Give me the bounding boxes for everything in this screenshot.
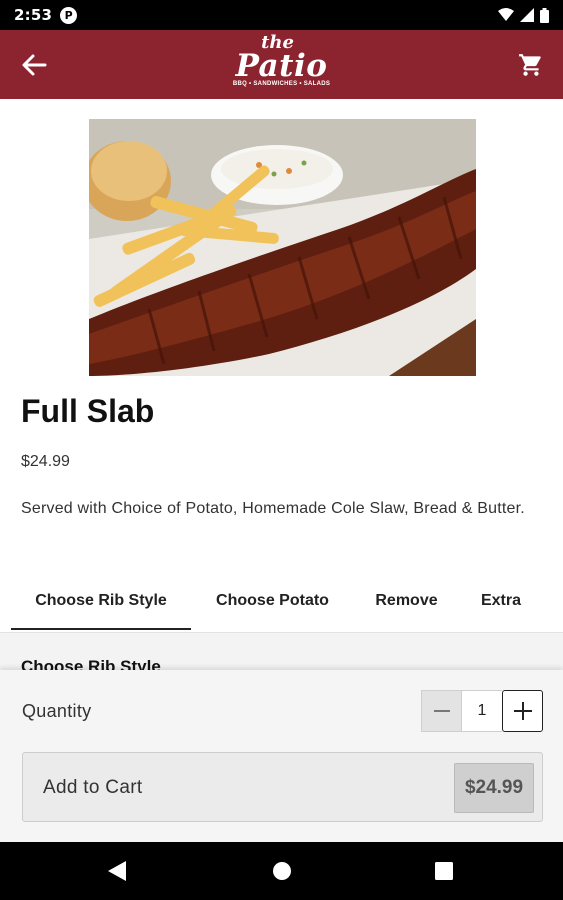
nav-back-button[interactable] (103, 859, 131, 883)
plus-icon (513, 702, 532, 720)
logo-big-text: Patio (235, 48, 328, 84)
logo-tagline: BBQ • SANDWICHES • SALADS (232, 81, 331, 87)
nav-home-icon (273, 862, 291, 880)
quantity-label: Quantity (22, 701, 92, 721)
item-price: $24.99 (21, 453, 70, 470)
add-to-cart-panel: Quantity 1 Add to Cart $24.99 (0, 670, 563, 842)
tab-choose-potato[interactable]: Choose Potato (195, 572, 350, 629)
cell-signal-icon (520, 8, 534, 22)
arrow-back-icon (22, 54, 47, 76)
cart-icon (519, 54, 541, 76)
food-image (89, 119, 476, 376)
system-nav-bar (0, 842, 563, 900)
tab-choose-rib-style[interactable]: Choose Rib Style (11, 572, 191, 629)
add-to-cart-price: $24.99 (454, 763, 534, 813)
battery-icon (540, 7, 549, 23)
nav-recents-icon (435, 862, 453, 880)
ribs-plate-illustration (89, 119, 476, 376)
quantity-value: 1 (462, 690, 502, 732)
increase-quantity-button[interactable] (502, 690, 543, 732)
item-title: Full Slab (21, 393, 155, 429)
active-tab-indicator (11, 628, 191, 630)
the-patio-logo: the Patio BBQ • SANDWICHES • SALADS (222, 34, 342, 96)
status-icons (498, 7, 549, 23)
status-bar: 2:53 P (0, 0, 563, 30)
status-time: 2:53 (14, 6, 53, 24)
tab-extra[interactable]: Extra (462, 572, 540, 629)
minus-icon (433, 710, 450, 712)
option-section: Choose Rib Style (0, 632, 563, 672)
add-to-cart-button[interactable]: Add to Cart $24.99 (22, 752, 543, 822)
app-bar: the Patio BBQ • SANDWICHES • SALADS (0, 30, 563, 99)
quantity-stepper: 1 (421, 690, 543, 732)
item-description: Served with Choice of Potato, Homemade C… (21, 500, 525, 517)
option-tabs: Choose Rib Style Choose Potato Remove Ex… (0, 572, 563, 632)
add-to-cart-label: Add to Cart (43, 777, 143, 798)
tab-remove[interactable]: Remove (355, 572, 458, 629)
nav-home-button[interactable] (268, 859, 296, 883)
wifi-icon (498, 8, 514, 21)
nav-back-icon (108, 861, 126, 881)
back-button[interactable] (14, 47, 54, 83)
cart-button[interactable] (513, 47, 549, 83)
nav-recents-button[interactable] (430, 859, 458, 883)
notification-app-icon: P (60, 6, 78, 24)
decrease-quantity-button[interactable] (421, 690, 462, 732)
